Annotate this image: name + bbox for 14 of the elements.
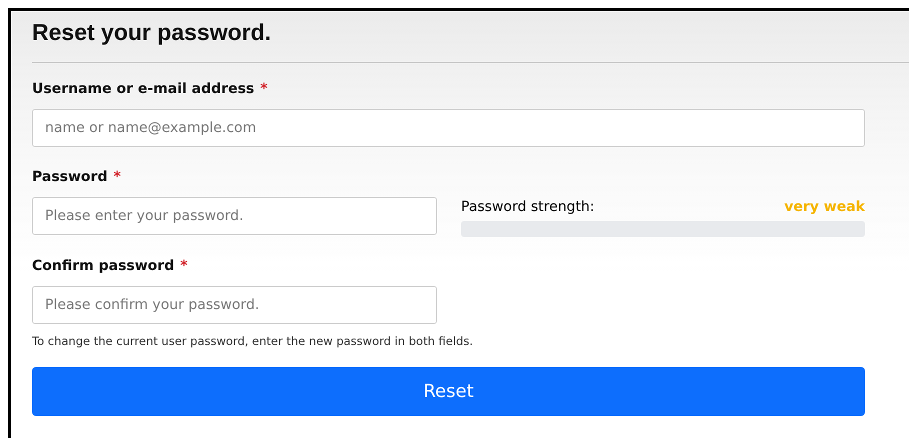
strength-rating: very weak [784,199,865,215]
strength-label: Password strength: [461,199,595,215]
password-field[interactable]: Please enter your password. [32,197,437,235]
help-text: To change the current user password, enter the new password in both fields. [32,334,473,348]
required-mark: * [260,81,268,97]
page-title: Reset your password. [32,18,272,47]
required-mark: * [180,258,188,274]
required-mark: * [113,169,121,185]
field-label: Username or e-mail address [32,81,254,97]
field-label: Confirm password [32,258,174,274]
confirm-password-field[interactable]: Please confirm your password. [32,286,437,324]
field-label: Password [32,169,108,185]
username-field[interactable]: name or name@example.com [32,109,865,147]
reset-button[interactable]: Reset [32,367,865,416]
